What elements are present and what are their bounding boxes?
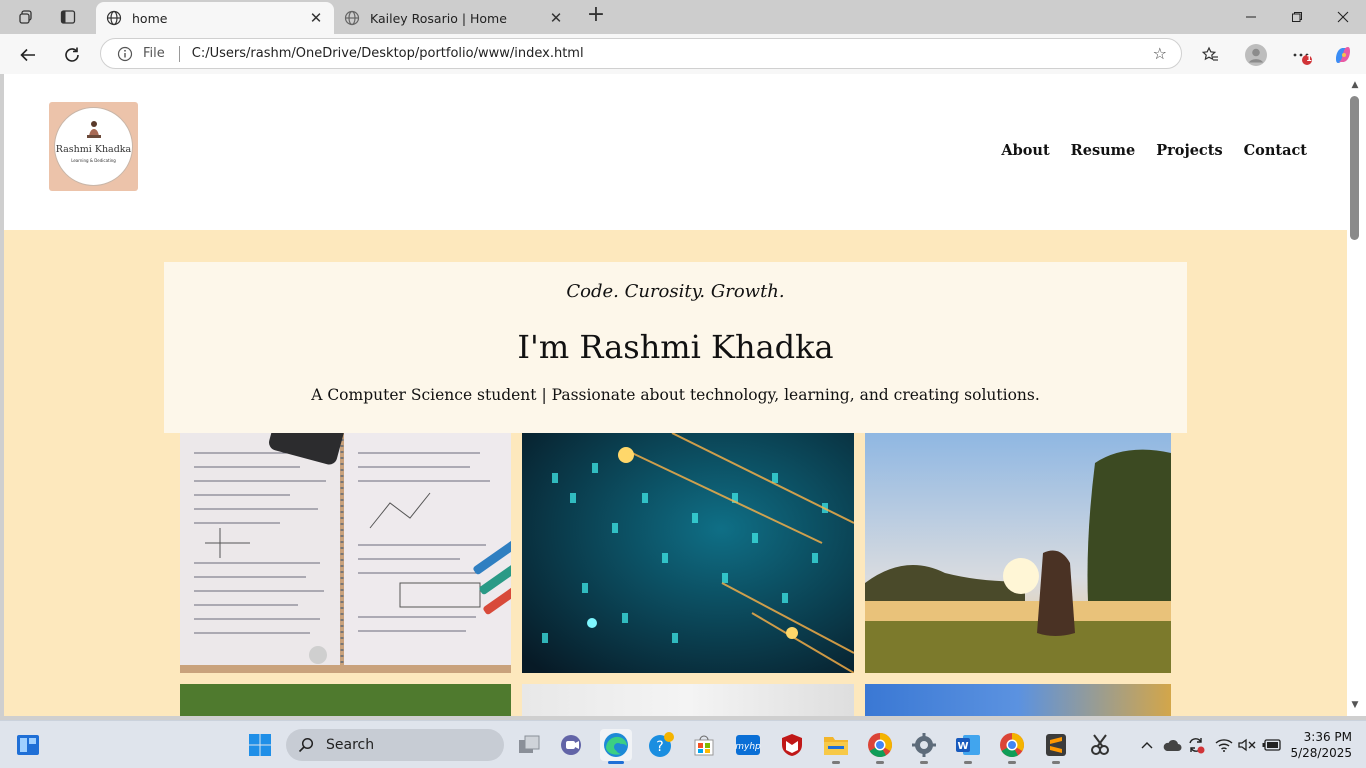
svg-text:W: W bbox=[957, 741, 968, 752]
system-clock[interactable]: 3:36 PM 5/28/2025 bbox=[1290, 729, 1352, 761]
sync-status-icon[interactable] bbox=[1184, 729, 1208, 761]
tab-strip: home ✕ Kailey Rosario | Home ✕ + bbox=[0, 0, 1366, 34]
back-arrow-icon[interactable] bbox=[15, 42, 41, 68]
clock-date: 5/28/2025 bbox=[1290, 746, 1352, 760]
mcafee-icon[interactable] bbox=[776, 729, 808, 761]
webpage-viewport: Rashmi Khadka Learning & Dedicating Abou… bbox=[4, 74, 1347, 716]
hero-tagline: Code. Curosity. Growth. bbox=[566, 281, 785, 302]
site-nav: About Resume Projects Contact bbox=[1001, 142, 1307, 159]
running-indicator bbox=[964, 761, 972, 764]
gallery-image-notebook bbox=[180, 433, 511, 673]
page-scrollbar[interactable]: ▲ ▼ bbox=[1347, 74, 1366, 716]
svg-text:?: ? bbox=[656, 739, 663, 755]
logo-name: Rashmi Khadka bbox=[55, 144, 132, 155]
gallery-image-sunset-lake bbox=[865, 433, 1171, 673]
globe-icon bbox=[344, 10, 360, 26]
workspaces-icon[interactable] bbox=[14, 6, 38, 28]
get-help-icon[interactable]: ? bbox=[645, 729, 677, 761]
vertical-tabs-icon[interactable] bbox=[56, 6, 80, 28]
scroll-down-icon[interactable]: ▼ bbox=[1349, 700, 1361, 710]
nav-resume[interactable]: Resume bbox=[1071, 142, 1136, 159]
wifi-icon[interactable] bbox=[1212, 729, 1236, 761]
profile-avatar-icon[interactable] bbox=[1243, 42, 1269, 68]
running-indicator bbox=[876, 761, 884, 764]
tab-title: Kailey Rosario | Home bbox=[370, 10, 507, 26]
close-window-icon[interactable] bbox=[1320, 0, 1366, 34]
address-divider bbox=[178, 45, 180, 62]
running-indicator bbox=[1008, 761, 1016, 764]
running-indicator bbox=[832, 761, 840, 764]
microsoft-store-icon[interactable] bbox=[688, 729, 720, 761]
myhp-icon[interactable]: myhp bbox=[732, 729, 764, 761]
logo-tagline: Learning & Dedicating bbox=[71, 158, 116, 163]
new-tab-icon[interactable]: + bbox=[584, 4, 608, 28]
word-icon[interactable]: W bbox=[952, 729, 984, 764]
windows-taskbar: Search ? myhp W 3:36 PM 5/28/2025 bbox=[0, 720, 1366, 768]
close-tab-icon[interactable]: ✕ bbox=[308, 9, 324, 27]
taskbar-search[interactable]: Search bbox=[286, 729, 504, 761]
hero-card: Code. Curosity. Growth. I'm Rashmi Khadk… bbox=[164, 262, 1187, 433]
nav-projects[interactable]: Projects bbox=[1156, 142, 1222, 159]
favorites-icon[interactable] bbox=[1197, 42, 1223, 68]
running-indicator bbox=[1052, 761, 1060, 764]
notification-badge: 1 bbox=[1306, 54, 1312, 63]
chrome-icon[interactable] bbox=[864, 729, 896, 764]
show-hidden-icons-chevron-icon[interactable] bbox=[1136, 729, 1158, 761]
nav-contact[interactable]: Contact bbox=[1244, 142, 1307, 159]
tab-title: home bbox=[132, 10, 168, 26]
tab-home[interactable]: home ✕ bbox=[96, 2, 334, 34]
chrome-profile-icon[interactable] bbox=[996, 729, 1028, 764]
settings-gear-icon[interactable] bbox=[908, 729, 940, 764]
file-explorer-icon[interactable] bbox=[820, 729, 852, 764]
scrollbar-thumb[interactable] bbox=[1350, 96, 1359, 240]
teams-meet-icon[interactable] bbox=[556, 729, 588, 761]
address-bar[interactable]: File C:/Users/rashm/OneDrive/Desktop/por… bbox=[100, 38, 1182, 69]
running-indicator bbox=[608, 761, 624, 764]
tab-kailey-rosario[interactable]: Kailey Rosario | Home ✕ bbox=[334, 2, 574, 34]
info-icon bbox=[117, 46, 133, 61]
settings-more-icon[interactable]: 1 bbox=[1288, 42, 1314, 68]
running-indicator bbox=[920, 761, 928, 764]
browser-toolbar: File C:/Users/rashm/OneDrive/Desktop/por… bbox=[0, 34, 1366, 74]
gallery-image-binary-data bbox=[522, 433, 854, 673]
gallery-image-blue-sky bbox=[865, 684, 1171, 716]
onedrive-cloud-icon[interactable] bbox=[1160, 729, 1184, 761]
site-header: Rashmi Khadka Learning & Dedicating Abou… bbox=[4, 74, 1347, 230]
search-placeholder: Search bbox=[326, 737, 375, 753]
minimize-icon[interactable] bbox=[1228, 0, 1274, 34]
clock-time: 3:36 PM bbox=[1303, 730, 1352, 744]
task-view-icon[interactable] bbox=[513, 729, 545, 761]
start-windows-icon[interactable] bbox=[244, 729, 276, 761]
person-reading-icon bbox=[86, 121, 101, 138]
widgets-icon[interactable] bbox=[12, 729, 44, 761]
close-tab-icon[interactable]: ✕ bbox=[548, 9, 564, 27]
edge-browser-icon[interactable] bbox=[600, 729, 632, 764]
battery-icon[interactable] bbox=[1260, 729, 1284, 761]
gallery-image-greenery bbox=[180, 684, 511, 716]
nav-about[interactable]: About bbox=[1001, 142, 1049, 159]
search-icon bbox=[298, 737, 314, 753]
svg-text:myhp: myhp bbox=[735, 742, 761, 752]
logo-badge: Rashmi Khadka Learning & Dedicating bbox=[54, 107, 133, 186]
scroll-up-icon[interactable]: ▲ bbox=[1349, 80, 1361, 90]
scheme-label: File bbox=[143, 46, 165, 61]
favorite-star-icon[interactable]: ☆ bbox=[1153, 44, 1167, 63]
sublime-text-icon[interactable] bbox=[1040, 729, 1072, 764]
site-logo[interactable]: Rashmi Khadka Learning & Dedicating bbox=[49, 102, 138, 191]
hero-subtitle: A Computer Science student | Passionate … bbox=[311, 386, 1040, 404]
restore-icon[interactable] bbox=[1274, 0, 1320, 34]
site-info-button[interactable]: File bbox=[117, 46, 165, 62]
volume-muted-icon[interactable] bbox=[1236, 729, 1258, 761]
refresh-icon[interactable] bbox=[59, 42, 85, 68]
globe-icon bbox=[106, 10, 122, 26]
hero-headline: I'm Rashmi Khadka bbox=[517, 328, 834, 366]
copilot-icon[interactable] bbox=[1330, 42, 1356, 68]
snipping-tool-icon[interactable] bbox=[1084, 729, 1116, 761]
url-text[interactable]: C:/Users/rashm/OneDrive/Desktop/portfoli… bbox=[192, 46, 1153, 61]
gallery-image-marble bbox=[522, 684, 854, 716]
